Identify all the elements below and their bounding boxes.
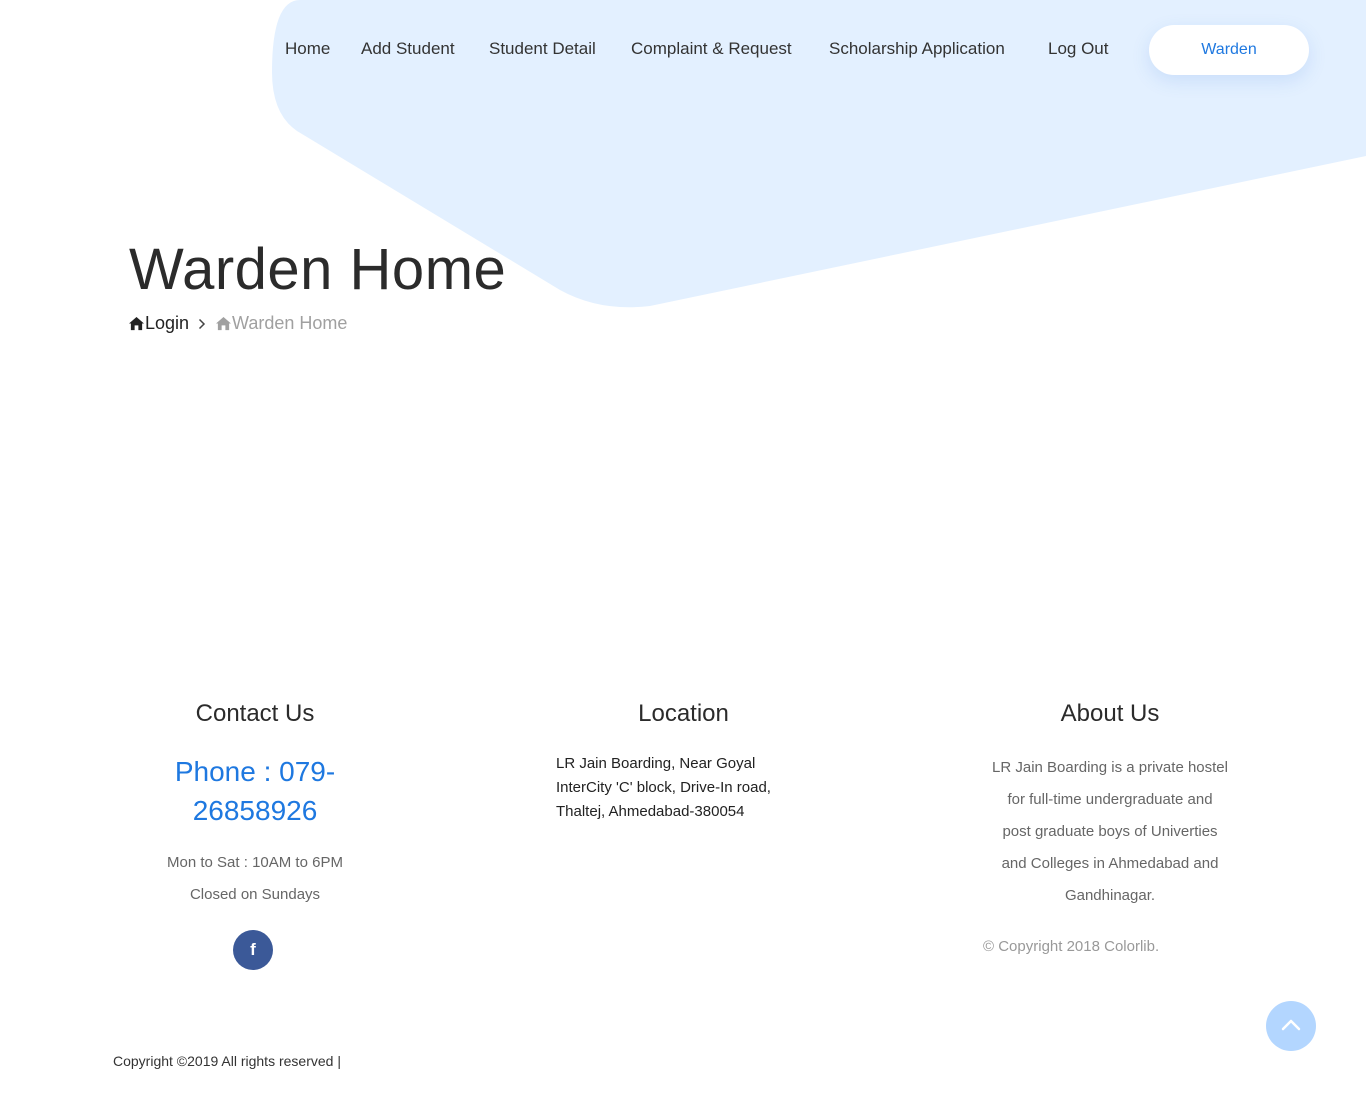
nav-log-out[interactable]: Log Out: [1048, 39, 1109, 59]
footer-location-section: Location LR Jain Boarding, Near Goyal In…: [556, 700, 811, 824]
location-heading: Location: [638, 700, 729, 727]
scroll-to-top-button[interactable]: [1266, 1001, 1316, 1051]
facebook-icon[interactable]: f: [233, 930, 273, 970]
nav-complaint-request[interactable]: Complaint & Request: [631, 39, 792, 59]
address-line-1: LR Jain Boarding, Near Goyal: [556, 755, 756, 772]
about-line-3: post graduate boys of Univerties: [1002, 823, 1218, 840]
warden-role-button[interactable]: Warden: [1149, 25, 1309, 75]
main-navigation: Home Add Student Student Detail Complain…: [0, 25, 1366, 75]
contact-heading: Contact Us: [195, 700, 315, 727]
breadcrumb-current-label: Warden Home: [232, 313, 348, 333]
breadcrumb-login-label: Login: [145, 313, 190, 333]
page-title: Warden Home: [129, 237, 507, 302]
breadcrumb: Login Warden Home: [128, 313, 347, 334]
footer-about-section: About Us LR Jain Boarding is a private h…: [975, 700, 1245, 955]
about-description: LR Jain Boarding is a private hostel for…: [975, 752, 1245, 912]
home-icon: [129, 316, 144, 331]
about-line-1: LR Jain Boarding is a private hostel: [992, 759, 1228, 776]
address-line-2: InterCity 'C' block, Drive-In road,: [556, 779, 771, 796]
nav-student-detail[interactable]: Student Detail: [489, 39, 596, 59]
colorlib-copyright: © Copyright 2018 Colorlib.: [983, 938, 1160, 955]
about-heading: About Us: [1060, 700, 1160, 727]
phone-number: Phone : 079- 26858926: [130, 752, 380, 830]
about-line-2: for full-time undergraduate and: [1007, 791, 1213, 808]
address-text: LR Jain Boarding, Near Goyal InterCity '…: [556, 752, 811, 824]
hours-line-1: Mon to Sat : 10AM to 6PM: [167, 854, 343, 871]
breadcrumb-login-link[interactable]: Login: [128, 313, 189, 334]
footer-contact-section: Contact Us Phone : 079- 26858926 Mon to …: [130, 700, 380, 970]
breadcrumb-current: Warden Home: [215, 313, 347, 334]
hours-line-2: Closed on Sundays: [189, 886, 321, 903]
phone-line-2: 26858926: [192, 795, 318, 826]
chevron-up-icon: [1281, 1019, 1301, 1031]
chevron-right-icon: [198, 318, 206, 330]
nav-home[interactable]: Home: [285, 39, 330, 59]
nav-scholarship-application[interactable]: Scholarship Application: [829, 39, 1005, 59]
nav-add-student[interactable]: Add Student: [361, 39, 455, 59]
home-icon: [216, 316, 232, 331]
about-line-5: Gandhinagar.: [1064, 887, 1156, 904]
office-hours: Mon to Sat : 10AM to 6PM Closed on Sunda…: [130, 847, 380, 911]
phone-line-1: Phone : 079-: [174, 756, 336, 787]
about-line-4: and Colleges in Ahmedabad and: [1001, 855, 1219, 872]
footer-copyright: Copyright ©2019 All rights reserved |: [113, 1053, 341, 1069]
address-line-3: Thaltej, Ahmedabad-380054: [556, 803, 745, 820]
